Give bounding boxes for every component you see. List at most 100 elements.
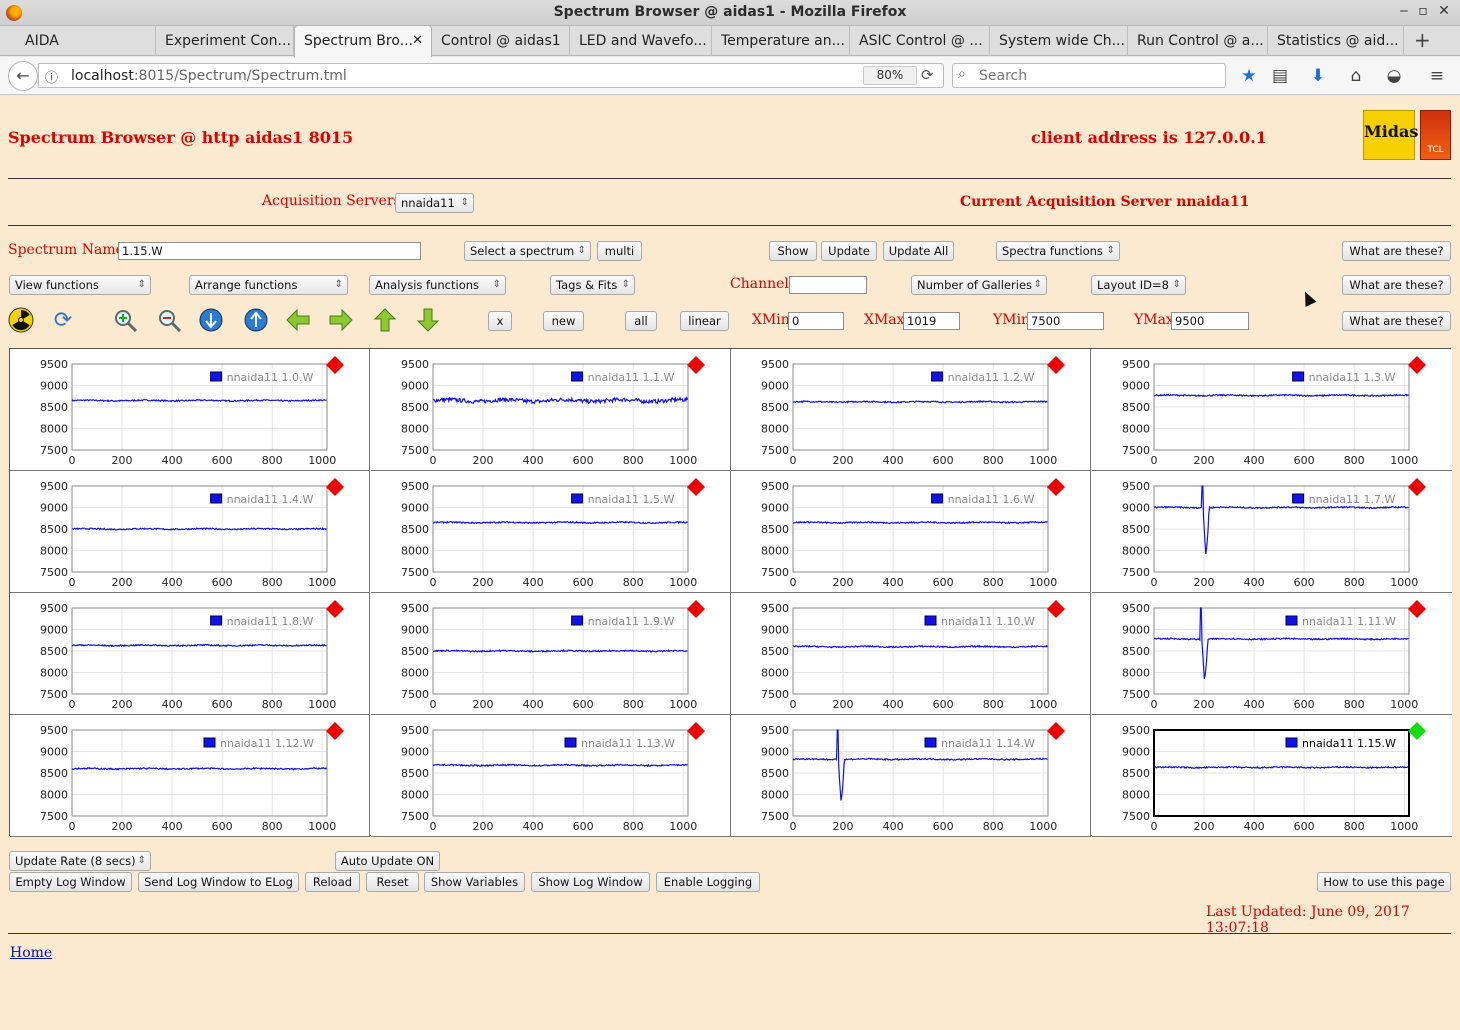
multi-button[interactable]: multi <box>597 241 642 261</box>
status-marker[interactable] <box>1407 722 1426 740</box>
new-tab-icon[interactable]: + <box>1414 28 1431 52</box>
spectrum-panel[interactable]: 9500 9000 8500 8000 7500 0 200 400 600 800 1000 nna… <box>370 471 731 593</box>
tab-experiment-control[interactable]: Experiment Con... <box>156 26 294 56</box>
acquisition-server-select[interactable]: nnaida11 <box>395 193 474 213</box>
spectrum-panel[interactable]: 9500 9000 8500 8000 7500 0 200 400 600 800 1000 nna… <box>10 593 370 715</box>
status-marker[interactable] <box>326 356 344 374</box>
what-are-these-button-2[interactable]: What are these? <box>1342 275 1451 295</box>
reset-button[interactable]: Reset <box>366 872 419 892</box>
status-marker[interactable] <box>326 478 344 496</box>
number-of-galleries-dropdown[interactable]: Number of Galleries <box>911 275 1047 295</box>
x-button[interactable]: x <box>488 311 512 331</box>
status-marker[interactable] <box>686 478 705 496</box>
refresh-icon[interactable]: ⟳ <box>49 307 77 335</box>
search-input[interactable] <box>977 66 1217 85</box>
what-are-these-button-1[interactable]: What are these? <box>1342 241 1451 261</box>
bookmark-star-icon[interactable]: ★ <box>1238 66 1260 86</box>
tab-system-wide[interactable]: System wide Ch... <box>990 26 1128 56</box>
analysis-functions-dropdown[interactable]: Analysis functions <box>369 275 506 295</box>
tab-control[interactable]: Control @ aidas1 <box>432 26 570 56</box>
expand-up-icon[interactable] <box>242 307 270 335</box>
close-tab-icon[interactable]: ✕ <box>412 33 423 48</box>
radiation-icon[interactable] <box>7 307 35 335</box>
arrow-left-icon[interactable] <box>284 307 312 335</box>
spectrum-panel[interactable]: 9500 9000 8500 8000 7500 0 200 400 600 800 1000 nna… <box>10 349 370 471</box>
status-marker[interactable] <box>1047 600 1065 618</box>
spectrum-panel[interactable]: 9500 9000 8500 8000 7500 0 200 400 600 800 1000 nna… <box>10 471 370 593</box>
spectrum-panel[interactable]: 9500 9000 8500 8000 7500 0 200 400 600 800 1000 nna… <box>1091 349 1452 471</box>
show-variables-button[interactable]: Show Variables <box>424 872 525 892</box>
home-link[interactable]: Home <box>10 945 52 961</box>
zoom-level[interactable]: 80% <box>863 66 917 85</box>
status-marker[interactable] <box>1407 600 1426 618</box>
reload-button[interactable]: Reload <box>305 872 360 892</box>
arrange-functions-dropdown[interactable]: Arrange functions <box>189 275 348 295</box>
info-icon[interactable]: ⓘ <box>45 67 58 86</box>
search-bar[interactable]: ⌕ <box>952 63 1226 88</box>
reading-list-icon[interactable]: ▤ <box>1269 66 1291 86</box>
spectrum-panel[interactable]: 9500 9000 8500 8000 7500 0 200 400 600 800 1000 nna… <box>731 349 1091 471</box>
close-icon[interactable]: ✕ <box>1434 3 1454 19</box>
channel-input[interactable] <box>789 276 867 294</box>
tab-run-control[interactable]: Run Control @ a... <box>1128 26 1268 56</box>
update-all-button[interactable]: Update All <box>883 241 954 261</box>
xmin-input[interactable] <box>788 312 844 330</box>
what-are-these-button-3[interactable]: What are these? <box>1342 311 1451 331</box>
status-marker[interactable] <box>1047 478 1065 496</box>
auto-update-button[interactable]: Auto Update ON <box>335 851 440 871</box>
status-marker[interactable] <box>1047 356 1065 374</box>
new-button[interactable]: new <box>543 311 584 331</box>
status-marker[interactable] <box>1407 356 1426 374</box>
spectrum-panel[interactable]: 9500 9000 8500 8000 7500 0 200 400 600 800 1000 nna… <box>370 715 731 837</box>
xmax-input[interactable] <box>903 312 960 330</box>
zoom-out-icon[interactable] <box>155 307 183 335</box>
menu-icon[interactable]: ≡ <box>1426 66 1448 86</box>
spectrum-panel[interactable]: 9500 9000 8500 8000 7500 0 200 400 600 800 1000 nna… <box>1091 471 1452 593</box>
spectrum-panel[interactable]: 9500 9000 8500 8000 7500 0 200 400 600 800 1000 nna… <box>731 715 1091 837</box>
linear-button[interactable]: linear <box>680 311 729 331</box>
tab-asic-control[interactable]: ASIC Control @ ... <box>850 26 990 56</box>
tab-led-waveform[interactable]: LED and Wavefo... <box>570 26 712 56</box>
download-icon[interactable]: ⬇ <box>1307 66 1329 86</box>
show-button[interactable]: Show <box>769 241 817 261</box>
view-functions-dropdown[interactable]: View functions <box>9 275 151 295</box>
url-bar[interactable]: ⓘ localhost:8015/Spectrum/Spectrum.tml 8… <box>38 63 944 88</box>
pocket-icon[interactable]: ◒ <box>1383 66 1405 86</box>
status-marker[interactable] <box>1047 722 1065 740</box>
ymax-input[interactable] <box>1171 312 1249 330</box>
update-rate-dropdown[interactable]: Update Rate (8 secs) <box>9 851 151 871</box>
ymin-input[interactable] <box>1027 312 1104 330</box>
empty-log-window-button[interactable]: Empty Log Window <box>9 872 132 892</box>
status-marker[interactable] <box>1407 478 1426 496</box>
arrow-down-icon[interactable] <box>414 307 442 335</box>
spectrum-panel[interactable]: 9500 9000 8500 8000 7500 0 200 400 600 800 1000 nna… <box>731 471 1091 593</box>
zoom-in-icon[interactable] <box>111 307 139 335</box>
tags-fits-dropdown[interactable]: Tags & Fits <box>550 275 635 295</box>
spectrum-panel[interactable]: 9500 9000 8500 8000 7500 0 200 400 600 800 1000 nna… <box>731 593 1091 715</box>
arrow-up-icon[interactable] <box>371 307 399 335</box>
maximize-icon[interactable]: ▫ <box>1413 3 1433 19</box>
status-marker[interactable] <box>326 722 344 740</box>
enable-logging-button[interactable]: Enable Logging <box>656 872 760 892</box>
spectrum-panel[interactable]: 9500 9000 8500 8000 7500 0 200 400 600 800 1000 nna… <box>370 349 731 471</box>
show-log-window-button[interactable]: Show Log Window <box>531 872 650 892</box>
back-button[interactable]: ← <box>8 61 38 91</box>
spectrum-panel[interactable]: 9500 9000 8500 8000 7500 0 200 400 600 800 1000 nna… <box>370 593 731 715</box>
tab-spectrum-browser[interactable]: Spectrum Bro... ✕ <box>294 25 432 57</box>
expand-down-icon[interactable] <box>197 307 225 335</box>
spectrum-name-input[interactable] <box>118 242 421 260</box>
reload-icon[interactable]: ⟳ <box>921 66 934 84</box>
tab-temperature[interactable]: Temperature an... <box>712 26 850 56</box>
send-log-to-elog-button[interactable]: Send Log Window to ELog <box>138 872 299 892</box>
home-icon[interactable]: ⌂ <box>1345 66 1367 86</box>
spectra-functions-dropdown[interactable]: Spectra functions <box>996 241 1120 261</box>
status-marker[interactable] <box>326 600 344 618</box>
update-button[interactable]: Update <box>821 241 877 261</box>
arrow-right-icon[interactable] <box>327 307 355 335</box>
spectrum-panel[interactable]: 9500 9000 8500 8000 7500 0 200 400 600 800 1000 nna… <box>1091 715 1452 837</box>
status-marker[interactable] <box>686 722 705 740</box>
tab-aida[interactable]: AIDA <box>16 26 156 56</box>
spectrum-panel[interactable]: 9500 9000 8500 8000 7500 0 200 400 600 800 1000 nna… <box>10 715 370 837</box>
minimize-icon[interactable]: ‒ <box>1394 3 1414 19</box>
select-spectrum-dropdown[interactable]: Select a spectrum <box>464 241 591 261</box>
